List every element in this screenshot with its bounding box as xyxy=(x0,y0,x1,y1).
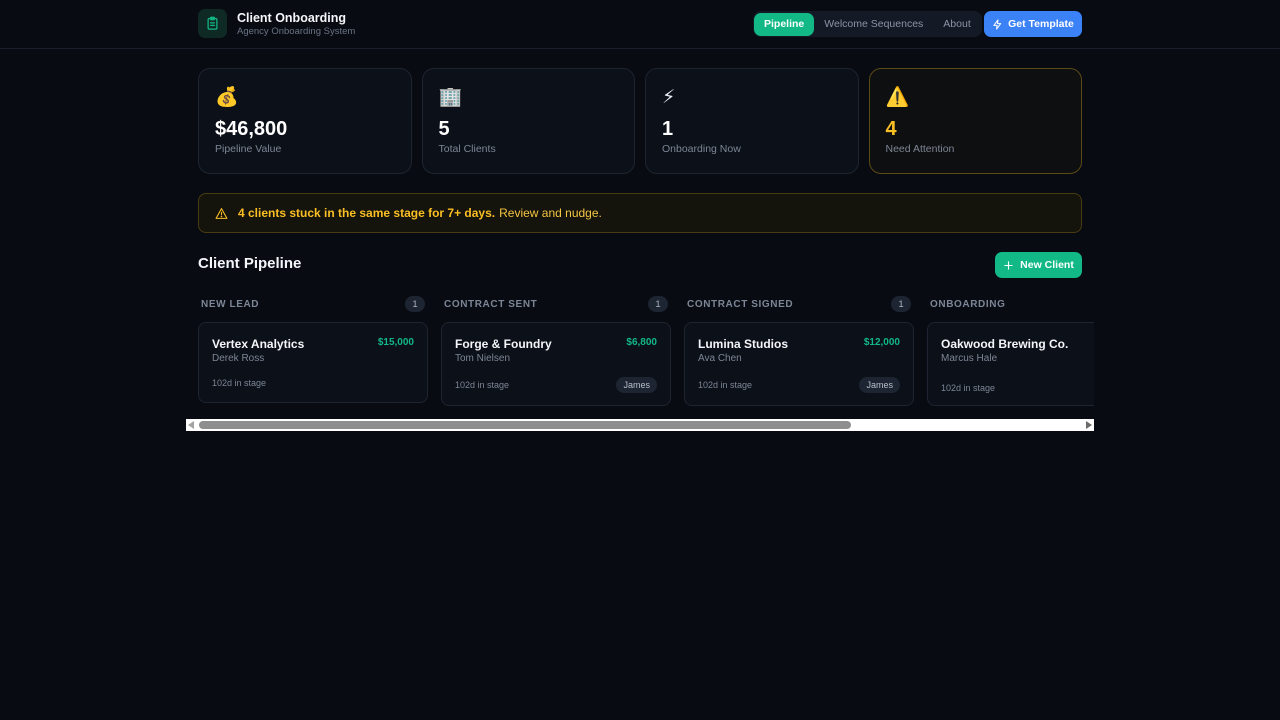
tab-about[interactable]: About xyxy=(933,13,980,36)
column-title: ONBOARDING xyxy=(930,298,1006,310)
days-in-stage: 102d in stage xyxy=(212,378,267,388)
client-amount: $12,000 xyxy=(863,337,900,348)
get-template-label: Get Template xyxy=(1008,18,1074,30)
stats-row: 💰 $46,800 Pipeline Value 🏢 5 Total Clien… xyxy=(198,68,1082,174)
stat-label: Total Clients xyxy=(438,143,496,155)
column-contract-signed: CONTRACT SIGNED 1 Lumina Studios $12,000… xyxy=(684,292,914,406)
client-contact: Marcus Hale xyxy=(941,353,998,364)
scrollbar-thumb[interactable] xyxy=(199,421,851,429)
client-name: Lumina Studios xyxy=(698,337,788,351)
scroll-left-arrow-icon[interactable] xyxy=(188,421,194,429)
column-title: CONTRACT SIGNED xyxy=(687,298,794,310)
brand: Client Onboarding Agency Onboarding Syst… xyxy=(198,9,355,38)
get-template-button[interactable]: Get Template xyxy=(984,11,1082,37)
stat-value: 4 xyxy=(885,118,897,140)
new-client-label: New Client xyxy=(1020,259,1074,271)
column-title: CONTRACT SENT xyxy=(444,298,538,310)
tab-welcome-sequences[interactable]: Welcome Sequences xyxy=(814,13,933,36)
lightning-icon xyxy=(993,18,1002,30)
tab-pipeline[interactable]: Pipeline xyxy=(754,12,815,36)
column-count-badge: 1 xyxy=(405,296,425,312)
client-card[interactable]: Oakwood Brewing Co. Marcus Hale 102d in … xyxy=(927,322,1094,406)
client-card[interactable]: Vertex Analytics $15,000 Derek Ross 102d… xyxy=(198,322,428,403)
stat-label: Pipeline Value xyxy=(215,143,282,155)
section-title: Client Pipeline xyxy=(198,255,302,272)
horizontal-scrollbar[interactable] xyxy=(186,419,1094,431)
top-bar: Client Onboarding Agency Onboarding Syst… xyxy=(0,0,1280,49)
clipboard-icon xyxy=(198,9,227,38)
alert-action-text: Review and nudge. xyxy=(499,206,602,220)
stat-label: Need Attention xyxy=(885,143,955,155)
scroll-right-arrow-icon[interactable] xyxy=(1086,421,1092,429)
app-title: Client Onboarding xyxy=(237,10,347,25)
plus-icon xyxy=(1004,260,1013,270)
stat-label: Onboarding Now xyxy=(662,143,741,155)
client-name: Oakwood Brewing Co. xyxy=(941,337,1069,351)
stat-card-onboarding-now: ⚡ 1 Onboarding Now xyxy=(645,68,859,174)
new-client-button[interactable]: New Client xyxy=(995,252,1082,278)
lightning-icon: ⚡ xyxy=(662,87,676,108)
column-count-badge: 1 xyxy=(891,296,911,312)
stat-card-need-attention[interactable]: ⚠️ 4 Need Attention xyxy=(868,68,1082,174)
stat-card-pipeline-value: 💰 $46,800 Pipeline Value xyxy=(198,68,412,174)
stat-value: 1 xyxy=(662,118,674,140)
client-amount: $6,800 xyxy=(626,337,657,348)
days-in-stage: 102d in stage xyxy=(698,380,753,390)
column-new-lead: NEW LEAD 1 Vertex Analytics $15,000 Dere… xyxy=(198,292,428,406)
column-onboarding: ONBOARDING Oakwood Brewing Co. Marcus Ha… xyxy=(927,292,1094,406)
warning-icon xyxy=(215,207,228,219)
client-amount: $15,000 xyxy=(377,337,414,348)
stuck-clients-alert: 4 clients stuck in the same stage for 7+… xyxy=(198,193,1082,233)
days-in-stage: 102d in stage xyxy=(455,380,510,390)
stat-value: $46,800 xyxy=(215,118,288,140)
client-contact: Derek Ross xyxy=(212,353,265,364)
client-card[interactable]: Forge & Foundry $6,800 Tom Nielsen 102d … xyxy=(441,322,671,406)
pipeline-board: NEW LEAD 1 Vertex Analytics $15,000 Dere… xyxy=(186,292,1094,432)
client-card[interactable]: Lumina Studios $12,000 Ava Chen 102d in … xyxy=(684,322,914,406)
assignee-tag: James xyxy=(616,377,657,393)
column-contract-sent: CONTRACT SENT 1 Forge & Foundry $6,800 T… xyxy=(441,292,671,406)
client-contact: Tom Nielsen xyxy=(455,353,511,364)
client-name: Vertex Analytics xyxy=(212,337,305,351)
column-title: NEW LEAD xyxy=(201,298,260,310)
alert-strong-text: 4 clients stuck in the same stage for 7+… xyxy=(238,206,496,220)
assignee-tag: James xyxy=(859,377,900,393)
stat-value: 5 xyxy=(438,118,450,140)
client-contact: Ava Chen xyxy=(698,353,742,364)
days-in-stage: 102d in stage xyxy=(941,383,996,393)
column-count-badge: 1 xyxy=(648,296,668,312)
office-building-icon: 🏢 xyxy=(438,87,463,108)
app-subtitle: Agency Onboarding System xyxy=(237,25,356,37)
money-bag-icon: 💰 xyxy=(215,87,239,108)
nav-tabs: Pipeline Welcome Sequences About xyxy=(753,11,982,37)
warning-icon: ⚠️ xyxy=(885,87,910,108)
client-name: Forge & Foundry xyxy=(455,337,552,351)
stat-card-total-clients: 🏢 5 Total Clients xyxy=(421,68,635,174)
